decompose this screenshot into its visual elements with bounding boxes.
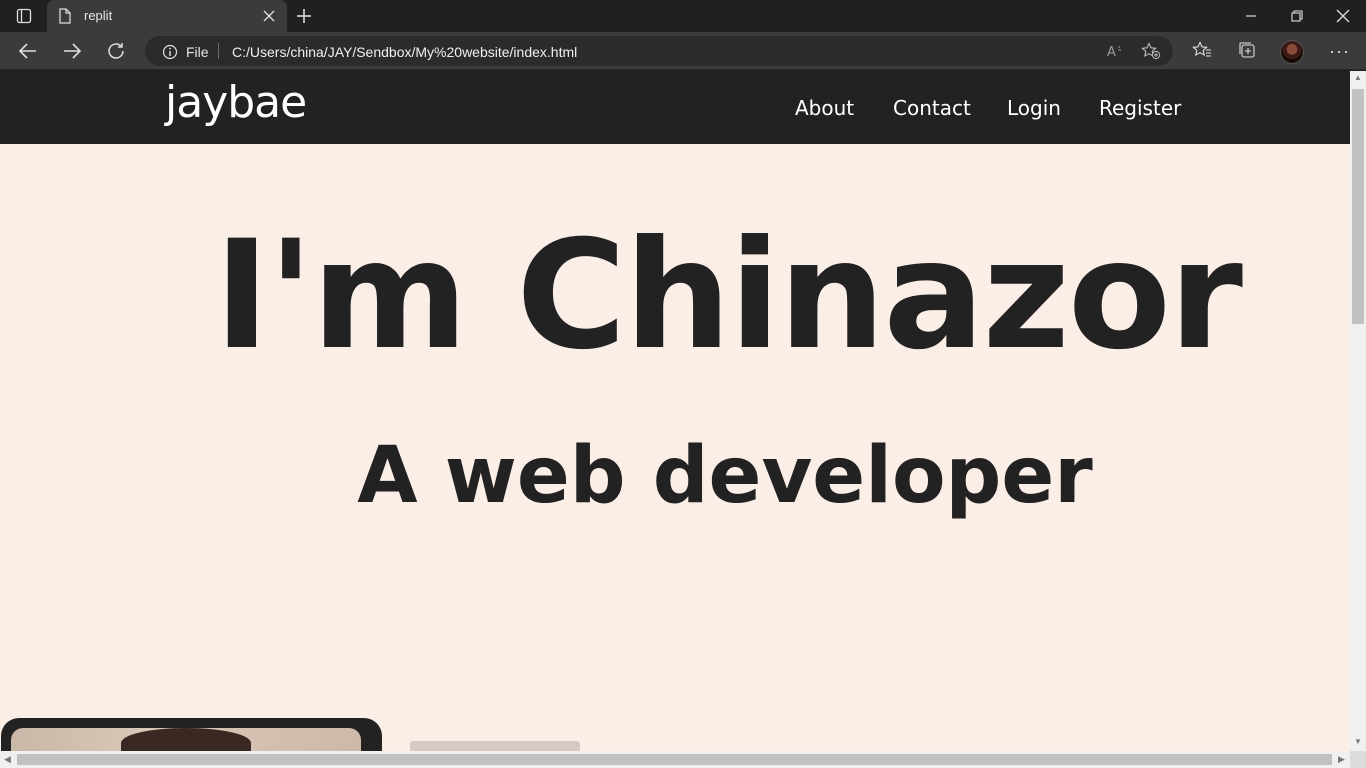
scroll-up-icon[interactable]: ▲ bbox=[1354, 73, 1362, 82]
refresh-icon[interactable] bbox=[105, 40, 127, 62]
page-document-icon bbox=[58, 8, 72, 29]
forward-icon[interactable] bbox=[61, 40, 83, 62]
scroll-down-icon[interactable]: ▼ bbox=[1354, 737, 1362, 746]
profile-photo-card bbox=[1, 718, 382, 751]
hero-subtitle: A web developer bbox=[357, 431, 1093, 521]
address-separator bbox=[218, 43, 219, 59]
back-icon[interactable] bbox=[17, 40, 39, 62]
more-icon[interactable]: ··· bbox=[1329, 41, 1350, 62]
nav-about[interactable]: About bbox=[795, 96, 854, 120]
vertical-scrollbar[interactable]: ▲ ▼ bbox=[1350, 71, 1366, 751]
collections-icon[interactable] bbox=[1237, 41, 1257, 64]
browser-toolbar: File C:/Users/china/JAY/Sendbox/My%20web… bbox=[0, 32, 1366, 70]
scroll-left-icon[interactable]: ◀ bbox=[4, 754, 11, 765]
restore-icon[interactable] bbox=[1291, 8, 1303, 29]
info-icon[interactable] bbox=[162, 44, 178, 65]
active-tab[interactable]: replit bbox=[47, 0, 287, 32]
new-tab-icon[interactable] bbox=[294, 6, 314, 31]
add-favorite-icon[interactable] bbox=[1141, 42, 1161, 65]
hero-title: I'm Chinazor bbox=[214, 209, 1243, 383]
address-scheme-label: File bbox=[186, 44, 209, 60]
tab-strip: replit bbox=[0, 0, 1366, 32]
profile-avatar[interactable] bbox=[1280, 40, 1304, 64]
nav-contact[interactable]: Contact bbox=[893, 96, 971, 120]
scrollbar-corner bbox=[1350, 751, 1366, 768]
tab-actions-icon[interactable] bbox=[12, 7, 36, 25]
page-viewport: jaybae About Contact Login Register I'm … bbox=[0, 71, 1350, 751]
profile-photo bbox=[11, 728, 361, 751]
svg-text:A: A bbox=[1107, 45, 1116, 59]
address-url[interactable]: C:/Users/china/JAY/Sendbox/My%20website/… bbox=[232, 44, 577, 60]
nav-login[interactable]: Login bbox=[1007, 96, 1061, 120]
vertical-scroll-thumb[interactable] bbox=[1352, 89, 1364, 324]
scroll-right-icon[interactable]: ▶ bbox=[1338, 754, 1345, 765]
favorites-icon[interactable] bbox=[1192, 41, 1212, 64]
address-bar[interactable]: File C:/Users/china/JAY/Sendbox/My%20web… bbox=[145, 36, 1173, 66]
horizontal-scroll-thumb[interactable] bbox=[17, 754, 1332, 765]
site-navbar: jaybae About Contact Login Register bbox=[0, 71, 1350, 144]
site-logo[interactable]: jaybae bbox=[165, 77, 307, 128]
horizontal-scrollbar[interactable]: ◀ ▶ bbox=[0, 751, 1350, 768]
close-window-icon[interactable] bbox=[1336, 8, 1350, 29]
tab-title: replit bbox=[84, 8, 113, 23]
photo-subject bbox=[121, 728, 251, 751]
read-aloud-icon[interactable]: A bbox=[1107, 43, 1125, 64]
minimize-icon[interactable] bbox=[1245, 8, 1257, 29]
cut-off-section-heading bbox=[410, 741, 580, 751]
tab-close-icon[interactable] bbox=[263, 9, 275, 27]
nav-register[interactable]: Register bbox=[1099, 96, 1181, 120]
